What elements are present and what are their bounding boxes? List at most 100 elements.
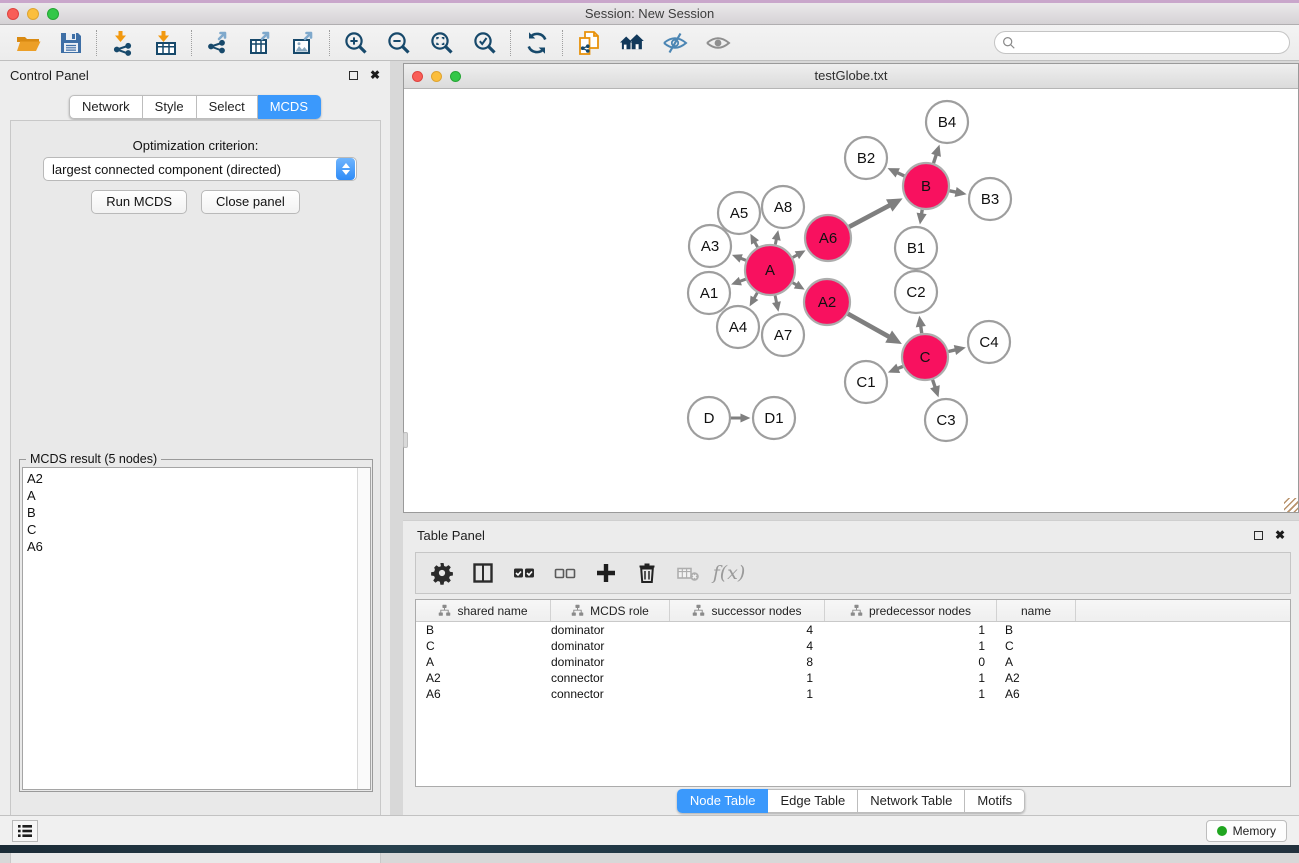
tab-network[interactable]: Network bbox=[69, 95, 143, 119]
graph-edge-C-C2[interactable] bbox=[921, 326, 922, 333]
add-row-icon[interactable] bbox=[592, 559, 620, 587]
export-image-icon[interactable] bbox=[290, 29, 317, 56]
table-cell[interactable]: dominator bbox=[551, 638, 670, 654]
graph-edge-A-A7[interactable] bbox=[775, 296, 777, 303]
tab-network-table[interactable]: Network Table bbox=[858, 789, 965, 813]
graph-node-C2[interactable]: C2 bbox=[895, 271, 937, 313]
graph-node-B[interactable]: B bbox=[903, 163, 949, 209]
mcds-result-item[interactable]: A6 bbox=[23, 538, 357, 555]
run-mcds-button[interactable]: Run MCDS bbox=[91, 190, 187, 214]
table-cell[interactable]: 1 bbox=[825, 670, 997, 686]
graph-node-A2[interactable]: A2 bbox=[804, 279, 850, 325]
table-cell[interactable]: A6 bbox=[416, 686, 551, 702]
table-cell[interactable]: 8 bbox=[670, 654, 825, 670]
tab-motifs[interactable]: Motifs bbox=[965, 789, 1025, 813]
table-float-panel-icon[interactable] bbox=[1254, 531, 1263, 540]
select-all-icon[interactable] bbox=[510, 559, 538, 587]
table-cell[interactable]: 0 bbox=[825, 654, 997, 670]
table-cell[interactable]: A2 bbox=[997, 670, 1076, 686]
graph-edge-B-B3[interactable] bbox=[950, 191, 957, 192]
column-header-shared-name[interactable]: shared name bbox=[416, 600, 551, 621]
graph-node-A4[interactable]: A4 bbox=[717, 306, 759, 348]
float-panel-icon[interactable] bbox=[349, 71, 358, 80]
first-neighbors-icon[interactable] bbox=[618, 29, 645, 56]
table-cell[interactable]: A bbox=[997, 654, 1076, 670]
table-row[interactable]: A6connector11A6 bbox=[416, 686, 1290, 702]
table-cell[interactable]: A6 bbox=[997, 686, 1076, 702]
column-layout-icon[interactable] bbox=[469, 559, 497, 587]
zoom-in-icon[interactable] bbox=[342, 29, 369, 56]
close-panel-icon[interactable]: ✖ bbox=[370, 68, 380, 82]
mcds-result-item[interactable]: C bbox=[23, 521, 357, 538]
graph-edge-B-B2[interactable] bbox=[897, 173, 904, 176]
graph-node-C[interactable]: C bbox=[902, 334, 948, 380]
deselect-all-icon[interactable] bbox=[551, 559, 579, 587]
mcds-result-item[interactable]: A2 bbox=[23, 470, 357, 487]
table-cell[interactable]: 1 bbox=[825, 686, 997, 702]
graph-node-A8[interactable]: A8 bbox=[762, 186, 804, 228]
graph-edge-B-B1[interactable] bbox=[922, 210, 923, 215]
table-cell[interactable]: 4 bbox=[670, 622, 825, 638]
table-cell[interactable]: C bbox=[416, 638, 551, 654]
import-table-icon[interactable] bbox=[152, 29, 179, 56]
graph-edge-A-A3[interactable] bbox=[741, 258, 746, 260]
import-network-icon[interactable] bbox=[109, 29, 136, 56]
export-network-icon[interactable] bbox=[204, 29, 231, 56]
graph-node-C1[interactable]: C1 bbox=[845, 361, 887, 403]
graph-node-A5[interactable]: A5 bbox=[718, 192, 760, 234]
table-row[interactable]: Cdominator41C bbox=[416, 638, 1290, 654]
table-cell[interactable]: 1 bbox=[825, 622, 997, 638]
table-cell[interactable]: C bbox=[997, 638, 1076, 654]
graph-node-D[interactable]: D bbox=[688, 397, 730, 439]
show-hidden-icon[interactable] bbox=[704, 29, 731, 56]
graph-node-A[interactable]: A bbox=[745, 245, 795, 295]
graph-edge-A-A2[interactable] bbox=[793, 283, 797, 285]
zoom-fit-icon[interactable] bbox=[428, 29, 455, 56]
save-session-icon[interactable] bbox=[57, 29, 84, 56]
graph-node-C4[interactable]: C4 bbox=[968, 321, 1010, 363]
table-cell[interactable]: 1 bbox=[670, 686, 825, 702]
hide-selected-icon[interactable] bbox=[661, 29, 688, 56]
graph-edge-A-A6[interactable] bbox=[793, 255, 798, 258]
settings-gear-icon[interactable] bbox=[428, 559, 456, 587]
graph-node-A1[interactable]: A1 bbox=[688, 272, 730, 314]
table-cell[interactable]: A bbox=[416, 654, 551, 670]
search-field[interactable] bbox=[994, 31, 1290, 54]
graph-edge-A-A8[interactable] bbox=[775, 239, 776, 244]
graph-edge-A-A4[interactable] bbox=[754, 293, 757, 299]
table-cell[interactable]: 1 bbox=[670, 670, 825, 686]
graph-node-B4[interactable]: B4 bbox=[926, 101, 968, 143]
close-panel-button[interactable]: Close panel bbox=[201, 190, 300, 214]
table-cell[interactable]: 1 bbox=[825, 638, 997, 654]
tab-style[interactable]: Style bbox=[143, 95, 197, 119]
zoom-out-icon[interactable] bbox=[385, 29, 412, 56]
optimization-criterion-dropdown[interactable]: largest connected component (directed) bbox=[43, 157, 357, 181]
column-header-name[interactable]: name bbox=[997, 600, 1076, 621]
column-header-predecessor-nodes[interactable]: predecessor nodes bbox=[825, 600, 997, 621]
table-cell[interactable]: 4 bbox=[670, 638, 825, 654]
graph-node-B1[interactable]: B1 bbox=[895, 227, 937, 269]
zoom-selected-icon[interactable] bbox=[471, 29, 498, 56]
tab-edge-table[interactable]: Edge Table bbox=[768, 789, 858, 813]
graph-edge-C-C3[interactable] bbox=[933, 380, 936, 388]
table-row[interactable]: Adominator80A bbox=[416, 654, 1290, 670]
task-history-button[interactable] bbox=[12, 820, 38, 842]
table-cell[interactable]: A2 bbox=[416, 670, 551, 686]
table-cell[interactable]: B bbox=[416, 622, 551, 638]
memory-button[interactable]: Memory bbox=[1206, 820, 1287, 842]
graph-edge-A2-C[interactable] bbox=[848, 314, 890, 337]
graph-edge-A-A1[interactable] bbox=[740, 279, 746, 281]
delete-row-icon[interactable] bbox=[633, 559, 661, 587]
table-cell[interactable]: dominator bbox=[551, 654, 670, 670]
graph-node-A6[interactable]: A6 bbox=[805, 215, 851, 261]
graph-edge-B-B4[interactable] bbox=[934, 155, 937, 164]
table-row[interactable]: Bdominator41B bbox=[416, 622, 1290, 638]
pane-divider-handle[interactable] bbox=[403, 432, 408, 448]
graph-node-D1[interactable]: D1 bbox=[753, 397, 795, 439]
graph-edge-C-C1[interactable] bbox=[898, 366, 903, 368]
table-cell[interactable]: B bbox=[997, 622, 1076, 638]
graph-edge-A6-B[interactable] bbox=[849, 205, 890, 227]
graph-edge-A-A5[interactable] bbox=[755, 242, 758, 247]
table-row[interactable]: A2connector11A2 bbox=[416, 670, 1290, 686]
refresh-icon[interactable] bbox=[523, 29, 550, 56]
